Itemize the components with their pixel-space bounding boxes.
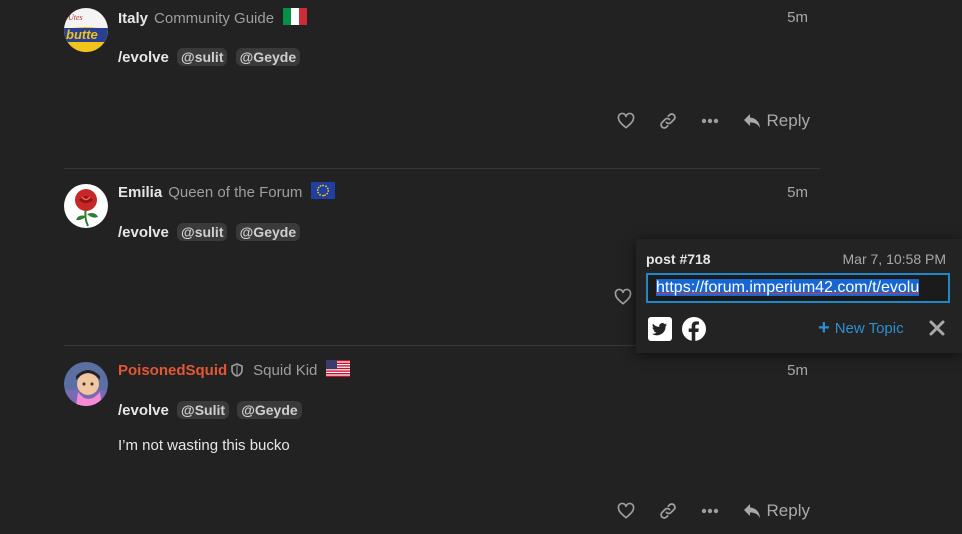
share-link-popup: post #718 Mar 7, 10:58 PM https://forum.… xyxy=(636,239,962,353)
post-actions: Reply xyxy=(605,106,810,136)
new-topic-label: New Topic xyxy=(834,319,904,337)
share-link-input[interactable]: https://forum.imperium42.com/t/evolu xyxy=(646,273,950,303)
avatar-text-top: Utes xyxy=(68,13,83,22)
post-names: Italy Community Guide xyxy=(118,7,308,29)
user-title: Community Guide xyxy=(154,9,275,27)
post-time[interactable]: 5m xyxy=(787,9,808,26)
reply-icon xyxy=(743,114,760,128)
usa-flag-icon xyxy=(326,359,351,381)
reply-button[interactable]: Reply xyxy=(743,501,810,521)
plus-icon: + xyxy=(818,317,830,339)
post-divider xyxy=(64,168,820,169)
post-actions: Reply xyxy=(605,496,810,526)
avatar-italy[interactable]: Utes butte xyxy=(64,8,108,52)
reply-icon xyxy=(743,504,760,518)
share-link-text: https://forum.imperium42.com/t/evolu xyxy=(656,279,920,296)
post-poisonedsquid: PoisonedSquid Squid Kid 5m /evolve @Suli… xyxy=(64,359,820,534)
mention[interactable]: @sulit xyxy=(177,48,228,66)
link-icon xyxy=(659,503,676,519)
mention[interactable]: @Geyde xyxy=(237,401,302,419)
close-icon[interactable] xyxy=(928,319,946,342)
command-text: /evolve xyxy=(118,224,169,241)
user-title: Queen of the Forum xyxy=(168,183,303,201)
shield-icon xyxy=(231,363,243,377)
post-body-text: I’m not wasting this bucko xyxy=(118,437,290,454)
reply-label: Reply xyxy=(766,111,810,130)
ellipsis-icon xyxy=(701,118,718,124)
more-button[interactable] xyxy=(689,106,731,136)
post-content: /evolve @sulit @Geyde xyxy=(118,223,301,241)
heart-icon xyxy=(617,112,634,129)
like-button[interactable] xyxy=(605,496,647,526)
link-icon xyxy=(659,113,676,129)
mention[interactable]: @sulit xyxy=(177,223,228,241)
post-names: Emilia Queen of the Forum xyxy=(118,181,336,203)
share-icons xyxy=(648,317,706,341)
italy-flag-icon xyxy=(283,7,308,29)
reply-label: Reply xyxy=(766,501,810,520)
post-time[interactable]: 5m xyxy=(787,184,808,201)
post-content: /evolve @Sulit @Geyde xyxy=(118,401,302,419)
more-button[interactable] xyxy=(689,496,731,526)
heart-icon xyxy=(614,288,632,305)
username[interactable]: Emilia xyxy=(118,184,162,201)
share-post-date: Mar 7, 10:58 PM xyxy=(842,251,947,267)
heart-icon xyxy=(617,502,634,519)
share-post-title: post #718 xyxy=(646,251,711,267)
post-names: PoisonedSquid Squid Kid xyxy=(118,359,351,381)
command-text: /evolve xyxy=(118,402,169,419)
post-content: /evolve @sulit @Geyde xyxy=(118,48,301,66)
copy-link-button[interactable] xyxy=(647,106,689,136)
mention[interactable]: @Geyde xyxy=(235,48,301,66)
post-italy: Utes butte Italy Community Guide 5m /evo… xyxy=(64,6,820,146)
user-title: Squid Kid xyxy=(253,361,318,379)
reply-button[interactable]: Reply xyxy=(743,111,810,131)
copy-link-button[interactable] xyxy=(647,496,689,526)
command-text: /evolve xyxy=(118,49,169,66)
mention[interactable]: @Sulit xyxy=(177,401,230,419)
username[interactable]: Italy xyxy=(118,10,148,27)
post-time[interactable]: 5m xyxy=(787,362,808,379)
twitter-icon[interactable] xyxy=(648,317,672,341)
eu-flag-icon xyxy=(311,181,336,203)
username[interactable]: PoisonedSquid xyxy=(118,362,227,379)
ellipsis-icon xyxy=(701,508,718,514)
new-topic-button[interactable]: + New Topic xyxy=(818,317,904,339)
avatar-text: butte xyxy=(66,27,98,42)
like-button[interactable] xyxy=(605,106,647,136)
avatar-emilia[interactable] xyxy=(64,184,108,228)
mention[interactable]: @Geyde xyxy=(235,223,301,241)
avatar-poisonedsquid[interactable] xyxy=(64,362,108,406)
facebook-icon[interactable] xyxy=(682,317,706,341)
